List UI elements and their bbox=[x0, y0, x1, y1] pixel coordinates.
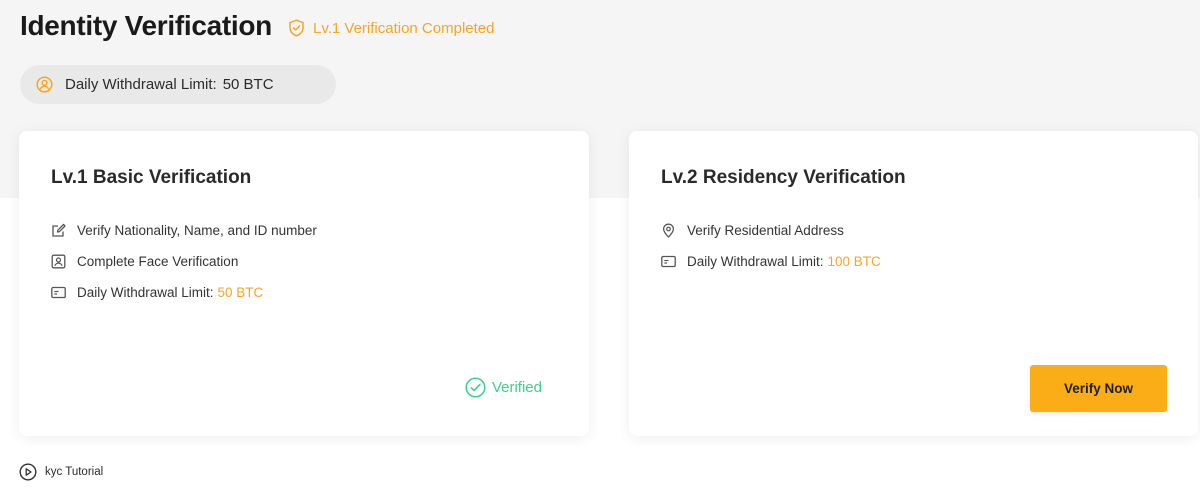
shield-check-icon bbox=[289, 19, 304, 37]
feature-list: Verify Nationality, Name, and ID number … bbox=[51, 215, 317, 308]
kyc-tutorial-link[interactable]: kyc Tutorial bbox=[19, 463, 103, 481]
feature-list: Verify Residential Address Daily Withdra… bbox=[661, 215, 881, 277]
page-header: Identity Verification Lv.1 Verification … bbox=[20, 6, 494, 46]
feature-item: Daily Withdrawal Limit: 100 BTC bbox=[661, 246, 881, 277]
location-pin-icon bbox=[661, 223, 677, 239]
feature-text: Verify Residential Address bbox=[687, 223, 844, 238]
edit-icon bbox=[51, 223, 67, 239]
withdrawal-limit-pill: Daily Withdrawal Limit: 50 BTC bbox=[20, 65, 336, 104]
verification-status: Lv.1 Verification Completed bbox=[288, 19, 495, 37]
check-circle-icon bbox=[465, 377, 486, 398]
kyc-tutorial-label: kyc Tutorial bbox=[45, 466, 104, 478]
feature-item: Daily Withdrawal Limit: 50 BTC bbox=[51, 277, 317, 308]
play-circle-icon bbox=[19, 463, 37, 481]
withdrawal-limit-label: Daily Withdrawal Limit: bbox=[65, 76, 217, 93]
card-title: Lv.1 Basic Verification bbox=[51, 167, 252, 188]
card-title: Lv.2 Residency Verification bbox=[661, 167, 906, 188]
feature-text: Daily Withdrawal Limit: bbox=[77, 285, 214, 300]
residency-verification-card: Lv.2 Residency Verification Verify Resid… bbox=[629, 131, 1198, 436]
verify-now-button[interactable]: Verify Now bbox=[1030, 365, 1167, 412]
feature-highlight-value: 100 BTC bbox=[827, 254, 881, 269]
feature-item: Verify Residential Address bbox=[661, 215, 881, 246]
verified-label: Verified bbox=[491, 379, 542, 396]
feature-text: Complete Face Verification bbox=[77, 254, 239, 269]
feature-text: Verify Nationality, Name, and ID number bbox=[77, 223, 317, 238]
user-circle-icon bbox=[36, 76, 53, 93]
page-title: Identity Verification bbox=[20, 10, 272, 41]
feature-item: Complete Face Verification bbox=[51, 246, 317, 277]
feature-item: Verify Nationality, Name, and ID number bbox=[51, 215, 317, 246]
card-icon bbox=[51, 285, 67, 301]
basic-verification-card: Lv.1 Basic Verification Verify Nationali… bbox=[19, 131, 589, 436]
verification-status-text: Lv.1 Verification Completed bbox=[312, 19, 495, 37]
card-icon bbox=[661, 254, 677, 270]
face-id-icon bbox=[51, 254, 67, 270]
feature-highlight-value: 50 BTC bbox=[217, 285, 264, 300]
withdrawal-limit-value: 50 BTC bbox=[222, 76, 274, 93]
feature-text: Daily Withdrawal Limit: bbox=[687, 254, 824, 269]
verified-badge: Verified bbox=[465, 377, 542, 398]
